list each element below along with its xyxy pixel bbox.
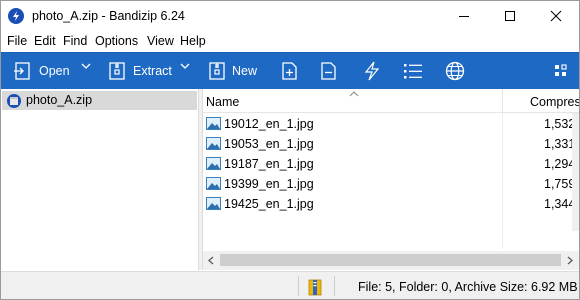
close-icon bbox=[550, 10, 562, 22]
folder-tree-pane: photo_A.zip bbox=[1, 89, 198, 269]
column-header-row: Name Compres bbox=[203, 89, 579, 113]
image-file-icon bbox=[206, 157, 221, 170]
image-file-icon bbox=[206, 137, 221, 150]
chevron-down-icon bbox=[180, 63, 190, 69]
view-icon bbox=[404, 64, 422, 79]
file-list-pane: Name Compres 19012_en_1.jpg 1,532,3 1905… bbox=[203, 89, 579, 249]
horizontal-scrollbar[interactable] bbox=[203, 251, 579, 270]
add-file-icon bbox=[282, 62, 297, 80]
new-button[interactable]: New bbox=[201, 53, 267, 89]
view-list-button[interactable] bbox=[399, 53, 427, 89]
minimize-button[interactable] bbox=[441, 1, 487, 31]
web-button[interactable] bbox=[441, 53, 469, 89]
column-header-name[interactable]: Name bbox=[206, 95, 239, 109]
menu-grid-button[interactable] bbox=[551, 53, 573, 89]
file-row[interactable]: 19187_en_1.jpg 1,294,3 bbox=[203, 154, 579, 174]
tree-item-label: photo_A.zip bbox=[26, 93, 93, 107]
scrollbar-thumb[interactable] bbox=[220, 254, 561, 266]
archive-status-icon bbox=[308, 279, 322, 296]
new-label: New bbox=[232, 64, 258, 78]
menu-bar: File Edit Find Options View Help bbox=[1, 32, 579, 52]
scroll-left-icon[interactable] bbox=[207, 256, 215, 265]
extract-label: Extract bbox=[133, 64, 172, 78]
test-icon bbox=[364, 61, 380, 81]
menu-view[interactable]: View bbox=[147, 34, 174, 48]
open-label: Open bbox=[39, 64, 70, 78]
file-name: 19399_en_1.jpg bbox=[224, 177, 314, 191]
column-separator[interactable] bbox=[502, 89, 503, 113]
image-file-icon bbox=[206, 177, 221, 190]
file-name: 19425_en_1.jpg bbox=[224, 197, 314, 211]
menu-help[interactable]: Help bbox=[180, 34, 206, 48]
chevron-down-icon bbox=[81, 63, 91, 69]
minimize-icon bbox=[459, 16, 469, 17]
window-title: photo_A.zip - Bandizip 6.24 bbox=[32, 9, 185, 23]
file-name: 19187_en_1.jpg bbox=[224, 157, 314, 171]
file-name: 19012_en_1.jpg bbox=[224, 117, 314, 131]
bandizip-window: photo_A.zip - Bandizip 6.24 File Edit Fi… bbox=[0, 0, 580, 300]
status-separator bbox=[298, 276, 299, 296]
grid-icon bbox=[555, 64, 567, 76]
file-row[interactable]: 19053_en_1.jpg 1,331,1 bbox=[203, 134, 579, 154]
delete-file-icon bbox=[321, 62, 336, 80]
add-files-button[interactable] bbox=[277, 53, 303, 89]
maximize-button[interactable] bbox=[487, 1, 533, 31]
file-row[interactable]: 19012_en_1.jpg 1,532,3 bbox=[203, 114, 579, 134]
extract-icon bbox=[109, 62, 125, 80]
menu-options[interactable]: Options bbox=[95, 34, 138, 48]
delete-files-button[interactable] bbox=[316, 53, 342, 89]
vertical-scrollbar[interactable] bbox=[572, 113, 579, 231]
extract-button[interactable]: Extract bbox=[101, 53, 195, 89]
scroll-right-icon[interactable] bbox=[566, 256, 574, 265]
toolbar: Open Extract New bbox=[1, 52, 579, 89]
file-name: 19053_en_1.jpg bbox=[224, 137, 314, 151]
column-header-compressed[interactable]: Compres bbox=[530, 95, 579, 109]
status-text: File: 5, Folder: 0, Archive Size: 6.92 M… bbox=[358, 280, 578, 294]
open-button[interactable]: Open bbox=[5, 53, 99, 89]
close-button[interactable] bbox=[533, 1, 579, 31]
status-bar: File: 5, Folder: 0, Archive Size: 6.92 M… bbox=[1, 271, 579, 299]
globe-icon bbox=[445, 61, 465, 81]
archive-icon bbox=[7, 94, 21, 108]
open-icon bbox=[14, 62, 30, 80]
sort-ascending-icon bbox=[349, 91, 359, 97]
tree-item-archive[interactable]: photo_A.zip bbox=[2, 91, 197, 110]
image-file-icon bbox=[206, 117, 221, 130]
file-row[interactable]: 19425_en_1.jpg 1,344,1 bbox=[203, 194, 579, 214]
menu-find[interactable]: Find bbox=[63, 34, 87, 48]
new-icon bbox=[209, 62, 225, 80]
menu-edit[interactable]: Edit bbox=[34, 34, 56, 48]
menu-file[interactable]: File bbox=[7, 34, 27, 48]
bandizip-app-icon bbox=[8, 8, 24, 24]
status-separator bbox=[334, 276, 335, 296]
image-file-icon bbox=[206, 197, 221, 210]
test-button[interactable] bbox=[359, 53, 385, 89]
title-bar: photo_A.zip - Bandizip 6.24 bbox=[1, 1, 579, 31]
file-row[interactable]: 19399_en_1.jpg 1,759,0 bbox=[203, 174, 579, 194]
maximize-icon bbox=[505, 11, 515, 21]
